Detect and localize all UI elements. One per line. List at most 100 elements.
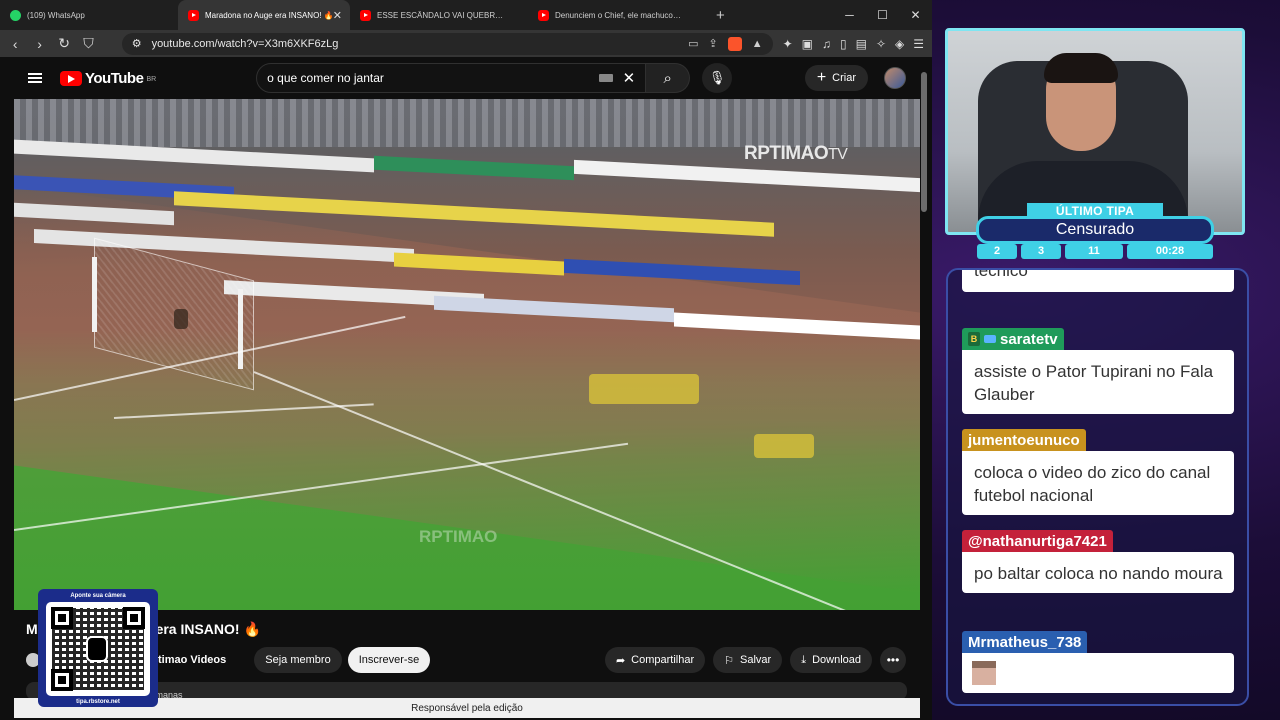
search-button[interactable]: ⌕ bbox=[646, 63, 691, 93]
address-bar[interactable]: ⚙ youtube.com/watch?v=X3m6XKF6zLg ▭ ⇪ ▲ bbox=[121, 32, 773, 55]
download-label: Download bbox=[812, 654, 861, 666]
youtube-icon bbox=[188, 9, 199, 21]
chat-message-text: coloca o video do zico do canal futebol … bbox=[962, 451, 1234, 515]
scrollbar[interactable] bbox=[921, 60, 927, 660]
share-button[interactable]: ➦ Compartilhar bbox=[604, 647, 706, 673]
keyboard-icon[interactable] bbox=[598, 74, 613, 82]
chat-message: Mrmatheus_738 bbox=[962, 631, 1234, 693]
download-icon: ⤓ bbox=[801, 653, 807, 666]
stat-value: 2 bbox=[977, 244, 1017, 259]
youtube-header: YouTube BR o que comer no jantar ✕ ⌕ 🎙 +… bbox=[14, 57, 920, 99]
chat-message-text: po baltar coloca no nando moura bbox=[962, 552, 1234, 593]
download-button[interactable]: ⤓ Download bbox=[790, 647, 872, 673]
create-label: Criar bbox=[832, 72, 856, 84]
music-icon[interactable]: ♫ bbox=[822, 37, 831, 51]
leo-ai-icon[interactable]: ✧ bbox=[876, 37, 886, 51]
window-controls: ─ ☐ ✕ bbox=[833, 8, 932, 22]
site-info-icon[interactable]: ⚙ bbox=[132, 37, 142, 50]
extensions-icon[interactable]: ✦ bbox=[783, 37, 793, 51]
tab-maradona[interactable]: Maradona no Auge era INSANO! 🔥 ✕ bbox=[178, 0, 350, 30]
photographers bbox=[589, 374, 699, 404]
chat-message-content bbox=[962, 653, 1234, 693]
url-text: youtube.com/watch?v=X3m6XKF6zLg bbox=[151, 37, 339, 50]
screenshot-icon[interactable]: ▣ bbox=[802, 37, 813, 51]
save-label: Salvar bbox=[740, 654, 772, 666]
new-tab-button[interactable]: + bbox=[706, 7, 735, 24]
chat-username-text: saratetv bbox=[1000, 330, 1058, 348]
close-window-icon[interactable]: ✕ bbox=[899, 8, 932, 22]
search-icon: ⌕ bbox=[663, 69, 672, 87]
bookmark-icon[interactable]: ⛉ bbox=[81, 35, 95, 52]
reload-icon[interactable]: ↻ bbox=[57, 35, 71, 52]
back-icon[interactable]: ‹ bbox=[8, 36, 22, 52]
youtube-logo-icon bbox=[60, 70, 82, 86]
qr-code bbox=[46, 602, 150, 696]
video-player[interactable]: RPTIMAOTV RPTIMAO bbox=[14, 99, 920, 610]
video-actions: ➦ Compartilhar ⚐ Salvar ⤓ Download ••• bbox=[604, 647, 906, 673]
chat-message: @nathanurtiga7421 po baltar coloca no na… bbox=[962, 530, 1234, 593]
emote-image bbox=[972, 661, 996, 685]
share-label: Compartilhar bbox=[631, 654, 695, 666]
hamburger-menu-icon[interactable] bbox=[28, 73, 42, 83]
chat-username: @nathanurtiga7421 bbox=[962, 530, 1113, 552]
voice-search-button[interactable]: 🎙 bbox=[702, 63, 733, 93]
chat-username: jumentoeunuco bbox=[962, 429, 1086, 451]
search-input[interactable]: o que comer no jantar ✕ bbox=[256, 63, 647, 93]
tab-label: Maradona no Auge era INSANO! 🔥 bbox=[205, 10, 334, 20]
chat-panel: técnico B saratetv assiste o Pator Tupir… bbox=[946, 268, 1249, 706]
share-icon[interactable]: ⇪ bbox=[708, 37, 717, 50]
join-button[interactable]: Seja membro bbox=[254, 647, 342, 673]
brave-rewards-icon[interactable]: ▲ bbox=[752, 38, 763, 50]
rptimao-center-watermark: RPTIMAO bbox=[419, 527, 498, 546]
stat-timer: 00:28 bbox=[1127, 244, 1213, 259]
bookmark-icon: ⚐ bbox=[724, 654, 735, 667]
subscribe-button[interactable]: Inscrever-se bbox=[347, 647, 431, 673]
qr-finder bbox=[123, 607, 145, 629]
maximize-icon[interactable]: ☐ bbox=[866, 8, 899, 22]
cast-icon[interactable]: ▭ bbox=[688, 37, 698, 50]
vpn-icon[interactable]: ◈ bbox=[895, 37, 904, 51]
last-tipa-overlay: Censurado ÚLTIMO TIPA 2 3 11 00:28 bbox=[972, 203, 1218, 261]
tab-bar: (109) WhatsApp Maradona no Auge era INSA… bbox=[0, 0, 932, 30]
sidebar-icon[interactable]: ▯ bbox=[840, 37, 847, 51]
fire-icon: 🔥 bbox=[243, 621, 261, 637]
microphone-icon: 🎙 bbox=[708, 70, 726, 85]
chat-username: Mrmatheus_738 bbox=[962, 631, 1088, 653]
chat-message: técnico bbox=[962, 270, 1234, 292]
qr-finder bbox=[51, 669, 73, 691]
scrollbar-thumb[interactable] bbox=[921, 72, 927, 212]
brave-shield-icon[interactable] bbox=[727, 36, 742, 51]
wallet-icon[interactable]: ▤ bbox=[856, 37, 867, 51]
more-actions-icon[interactable]: ••• bbox=[880, 647, 906, 673]
chat-message: jumentoeunuco coloca o video do zico do … bbox=[962, 429, 1234, 515]
youtube-logo[interactable]: YouTube BR bbox=[60, 70, 156, 87]
chat-username-text: jumentoeunuco bbox=[968, 431, 1080, 449]
stat-value: 11 bbox=[1065, 244, 1123, 259]
account-avatar[interactable] bbox=[884, 67, 906, 89]
video-title-start: M bbox=[26, 621, 38, 637]
minimize-icon[interactable]: ─ bbox=[833, 8, 866, 22]
tab-whatsapp[interactable]: (109) WhatsApp bbox=[0, 0, 178, 30]
ad-board bbox=[374, 155, 574, 181]
last-tipa-stats: 2 3 11 00:28 bbox=[976, 244, 1214, 259]
video-title-end: era INSANO! bbox=[155, 621, 240, 637]
chat-username: B saratetv bbox=[962, 328, 1064, 350]
close-tab-icon[interactable]: ✕ bbox=[333, 9, 342, 22]
channel-name[interactable]: timao Videos bbox=[158, 654, 226, 666]
tab-escandalo[interactable]: ESSE ESCÂNDALO VAI QUEBRAR O BRASIL bbox=[350, 0, 528, 30]
rptimao-watermark: RPTIMAOTV bbox=[744, 143, 848, 165]
youtube-logo-text: YouTube bbox=[85, 69, 144, 87]
channel-row: timao Videos Seja membro Inscrever-se ➦ C… bbox=[26, 646, 906, 674]
save-button[interactable]: ⚐ Salvar bbox=[713, 647, 783, 673]
search-value: o que comer no jantar bbox=[267, 71, 384, 85]
create-button[interactable]: + Criar bbox=[804, 65, 868, 91]
chat-message-text: assiste o Pator Tupirani no Fala Glauber bbox=[962, 350, 1234, 414]
watermark-text: RPTIMAO bbox=[744, 143, 829, 164]
youtube-icon bbox=[360, 9, 371, 21]
tab-denunciem[interactable]: Denunciem o Chief, ele machucou meus sen bbox=[528, 0, 706, 30]
watermark-suffix: TV bbox=[828, 146, 848, 163]
menu-icon[interactable]: ☰ bbox=[913, 37, 924, 51]
clear-search-icon[interactable]: ✕ bbox=[623, 69, 636, 87]
tab-label: ESSE ESCÂNDALO VAI QUEBRAR O BRASIL bbox=[377, 10, 507, 20]
forward-icon[interactable]: › bbox=[32, 36, 46, 52]
